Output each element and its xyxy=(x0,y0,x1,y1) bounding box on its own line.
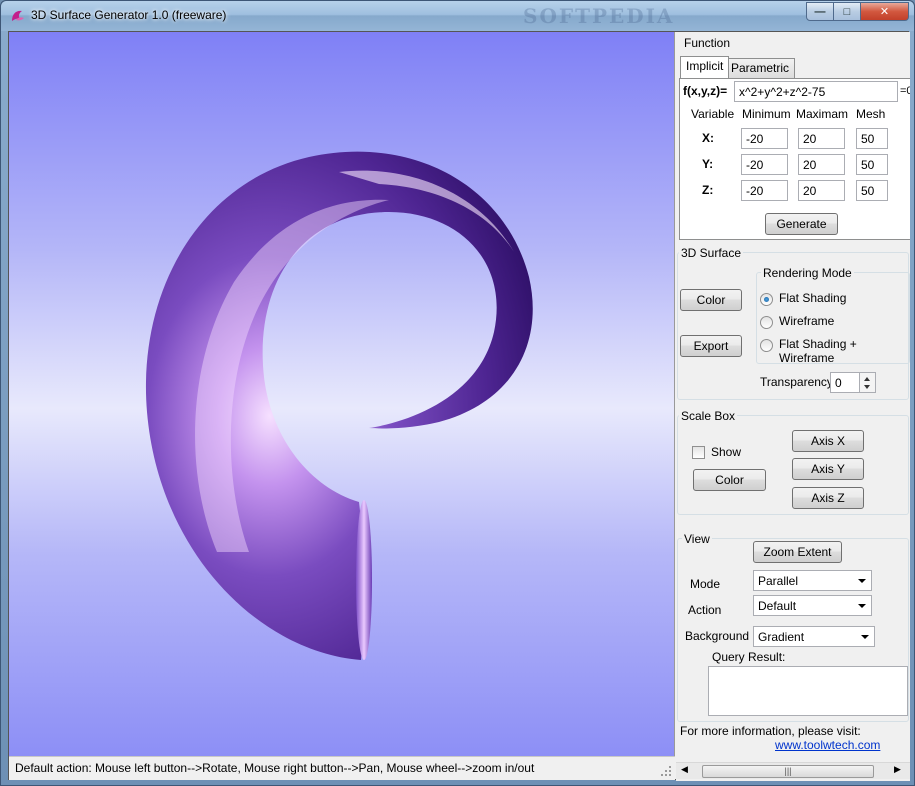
header-variable: Variable xyxy=(691,107,735,121)
tab-parametric[interactable]: Parametric xyxy=(725,58,796,78)
chevron-down-icon xyxy=(858,604,866,608)
flat-wireframe-label[interactable]: Flat Shading + Wireframe xyxy=(779,337,910,365)
transparency-label: Transparency xyxy=(760,375,833,389)
action-select[interactable]: Default xyxy=(753,595,872,616)
chevron-down-icon xyxy=(861,635,869,639)
query-result-label: Query Result: xyxy=(712,650,786,664)
axis-y-button[interactable]: Axis Y xyxy=(792,458,864,480)
info-text: For more information, please visit: xyxy=(680,724,861,738)
control-panel: Function Implicit Parametric f(x,y,z)= x… xyxy=(676,32,910,781)
transparency-value: 0 xyxy=(835,376,842,390)
surface-render xyxy=(145,151,533,660)
flat-wireframe-radio[interactable] xyxy=(760,339,773,352)
x-min-input[interactable]: -20 xyxy=(741,128,788,149)
show-checkbox[interactable] xyxy=(692,446,705,459)
title-bar[interactable]: 3D Surface Generator 1.0 (freeware) SOFT… xyxy=(1,1,914,31)
background-value: Gradient xyxy=(758,630,805,644)
transparency-input[interactable]: 0 xyxy=(830,372,876,393)
mode-label: Mode xyxy=(690,577,721,591)
header-minimum: Minimum xyxy=(742,107,791,121)
var-z-label: Z: xyxy=(702,183,714,197)
z-mesh-input[interactable]: 50 xyxy=(856,180,888,201)
transparency-spinner[interactable] xyxy=(859,373,875,392)
minimize-button[interactable]: — xyxy=(806,2,834,21)
minimize-icon: — xyxy=(814,5,826,18)
action-value: Default xyxy=(758,599,797,613)
z-max-input[interactable]: 20 xyxy=(798,180,845,201)
app-icon xyxy=(12,10,24,21)
resize-grip-icon[interactable] xyxy=(660,765,672,777)
formula-label: f(x,y,z)= xyxy=(683,84,728,98)
scalebox-color-button[interactable]: Color xyxy=(693,469,766,491)
y-mesh-input[interactable]: 50 xyxy=(856,154,888,175)
surface-color-button[interactable]: Color xyxy=(680,289,742,311)
show-label[interactable]: Show xyxy=(711,445,741,459)
query-result-box[interactable] xyxy=(708,666,908,716)
3d-viewport[interactable] xyxy=(9,32,675,756)
formula-input[interactable]: x^2+y^2+z^2-75 xyxy=(734,81,898,102)
scrollbar-thumb[interactable]: ||| xyxy=(702,765,874,778)
tab-implicit[interactable]: Implicit xyxy=(680,56,730,78)
status-text: Default action: Mouse left button-->Rota… xyxy=(15,761,535,775)
app-window: 3D Surface Generator 1.0 (freeware) SOFT… xyxy=(0,0,915,786)
flat-shading-label[interactable]: Flat Shading xyxy=(779,291,846,305)
y-max-input[interactable]: 20 xyxy=(798,154,845,175)
maximize-icon: □ xyxy=(843,5,851,18)
background-label: Background xyxy=(685,629,750,643)
function-group-label: Function xyxy=(682,36,733,50)
close-icon: ✕ xyxy=(879,6,890,18)
surface-group-label: 3D Surface xyxy=(679,246,744,260)
view-group-label: View xyxy=(682,532,712,546)
status-bar: Default action: Mouse left button-->Rota… xyxy=(9,756,675,780)
mode-value: Parallel xyxy=(758,574,799,588)
panel-horizontal-scrollbar[interactable]: ◀ ||| ▶ xyxy=(676,762,910,779)
background-select[interactable]: Gradient xyxy=(753,626,875,647)
generate-button[interactable]: Generate xyxy=(765,213,838,235)
maximize-button[interactable]: □ xyxy=(834,2,861,21)
formula-suffix: =0 xyxy=(900,85,910,97)
scroll-left-icon[interactable]: ◀ xyxy=(681,764,688,775)
var-x-label: X: xyxy=(702,131,714,145)
var-y-label: Y: xyxy=(702,157,714,171)
mode-select[interactable]: Parallel xyxy=(753,570,872,591)
close-button[interactable]: ✕ xyxy=(861,2,909,21)
flat-shading-radio[interactable] xyxy=(760,293,773,306)
z-min-input[interactable]: -20 xyxy=(741,180,788,201)
chevron-down-icon xyxy=(858,579,866,583)
zoom-extent-button[interactable]: Zoom Extent xyxy=(753,541,842,563)
scalebox-group-label: Scale Box xyxy=(679,409,738,423)
scroll-right-icon[interactable]: ▶ xyxy=(894,764,901,775)
action-label: Action xyxy=(688,603,722,617)
x-max-input[interactable]: 20 xyxy=(798,128,845,149)
header-mesh: Mesh xyxy=(856,107,886,121)
rendering-mode-label: Rendering Mode xyxy=(761,266,854,280)
axis-x-button[interactable]: Axis X xyxy=(792,430,864,452)
header-maximum: Maximam xyxy=(796,107,849,121)
wireframe-label[interactable]: Wireframe xyxy=(779,314,834,328)
horn-opening xyxy=(356,500,372,660)
x-mesh-input[interactable]: 50 xyxy=(856,128,888,149)
client-area: Default action: Mouse left button-->Rota… xyxy=(8,31,910,781)
wireframe-radio[interactable] xyxy=(760,316,773,329)
website-link[interactable]: www.toolwtech.com xyxy=(775,738,880,752)
export-button[interactable]: Export xyxy=(680,335,742,357)
window-title: 3D Surface Generator 1.0 (freeware) xyxy=(31,8,227,22)
y-min-input[interactable]: -20 xyxy=(741,154,788,175)
watermark: SOFTPEDIA xyxy=(523,4,675,28)
axis-z-button[interactable]: Axis Z xyxy=(792,487,864,509)
